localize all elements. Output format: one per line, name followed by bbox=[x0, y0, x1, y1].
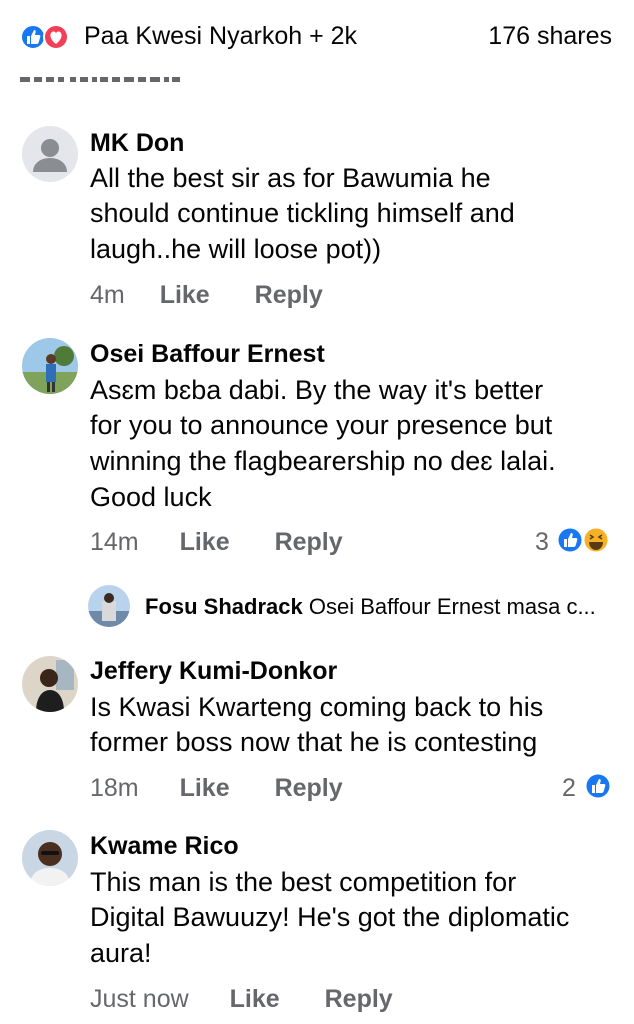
love-icon bbox=[43, 24, 69, 50]
reply-author: Fosu Shadrack bbox=[145, 594, 303, 619]
like-button[interactable]: Like bbox=[180, 528, 230, 556]
comment-reaction-icons[interactable] bbox=[584, 772, 612, 800]
comment-text-line: Is Kwasi Kwarteng coming back to his bbox=[90, 692, 544, 722]
reply-button[interactable]: Reply bbox=[255, 281, 323, 309]
reaction-count[interactable]: 2 bbox=[562, 773, 576, 803]
comment-text-line: should continue tickling himself and bbox=[90, 198, 515, 228]
reaction-icons[interactable] bbox=[20, 24, 78, 50]
comment-timestamp: 4m bbox=[90, 281, 125, 309]
like-button[interactable]: Like bbox=[180, 774, 230, 802]
comment-author[interactable]: Jeffery Kumi-Donkor bbox=[90, 656, 337, 686]
comment-author[interactable]: Kwame Rico bbox=[90, 831, 239, 861]
avatar-fosu-shadrack[interactable] bbox=[88, 585, 130, 627]
comment-timestamp: 18m bbox=[90, 774, 139, 802]
comment-text-line: for you to announce your presence but bbox=[90, 410, 553, 440]
comment-text-line: aura! bbox=[90, 938, 152, 968]
comment-timestamp: 14m bbox=[90, 528, 139, 556]
profile-photo bbox=[22, 830, 78, 886]
comment-meta: Just now Like Reply bbox=[90, 984, 393, 1014]
reaction-count[interactable]: 3 bbox=[535, 527, 549, 557]
profile-photo bbox=[22, 338, 78, 394]
comment-author[interactable]: Osei Baffour Ernest bbox=[90, 339, 325, 369]
reactors-link[interactable]: Paa Kwesi Nyarkoh + 2k bbox=[84, 20, 357, 52]
comment-meta: 18m Like Reply bbox=[90, 773, 343, 803]
like-icon bbox=[20, 24, 46, 50]
comment-text-line: winning the flagbearership no deɛ lalai. bbox=[90, 446, 556, 476]
comment-reaction-icons[interactable] bbox=[556, 526, 612, 554]
comment-timestamp: Just now bbox=[90, 985, 189, 1013]
reactions-summary-bar: Paa Kwesi Nyarkoh + 2k 176 shares bbox=[0, 0, 634, 70]
comment-text-line: This man is the best competition for bbox=[90, 867, 517, 897]
avatar-kwame-rico[interactable] bbox=[22, 830, 78, 886]
comment-meta: 4m Like Reply bbox=[90, 280, 323, 310]
comment-text-line: All the best sir as for Bawumia he bbox=[90, 163, 491, 193]
comment-text-line: laugh..he will loose pot)) bbox=[90, 234, 382, 264]
like-button[interactable]: Like bbox=[230, 985, 280, 1013]
default-profile-icon bbox=[22, 126, 78, 182]
comment-text-line: Digital Bawuuzy! He's got the diplomatic bbox=[90, 902, 570, 932]
clipped-text-fragment bbox=[20, 72, 185, 82]
profile-photo bbox=[22, 656, 78, 712]
comment-text-line: former boss now that he is contesting bbox=[90, 727, 538, 757]
comment-text-line: Asɛm bɛba dabi. By the way it's better bbox=[90, 375, 544, 405]
avatar-osei-baffour-ernest[interactable] bbox=[22, 338, 78, 394]
comment-author[interactable]: MK Don bbox=[90, 128, 184, 158]
reply-preview[interactable]: Fosu Shadrack Osei Baffour Ernest masa c… bbox=[145, 593, 596, 621]
profile-photo bbox=[88, 585, 130, 627]
reply-button[interactable]: Reply bbox=[275, 528, 343, 556]
like-icon bbox=[556, 526, 584, 554]
avatar-mk-don[interactable] bbox=[22, 126, 78, 182]
reply-snippet: Osei Baffour Ernest masa c... bbox=[308, 594, 596, 619]
reply-button[interactable]: Reply bbox=[325, 985, 393, 1013]
shares-link[interactable]: 176 shares bbox=[488, 20, 612, 52]
comment-meta: 14m Like Reply bbox=[90, 527, 343, 557]
like-icon bbox=[584, 772, 612, 800]
like-button[interactable]: Like bbox=[160, 281, 210, 309]
comment-text-line: Good luck bbox=[90, 482, 212, 512]
reply-button[interactable]: Reply bbox=[275, 774, 343, 802]
avatar-jeffery-kumi-donkor[interactable] bbox=[22, 656, 78, 712]
haha-icon bbox=[582, 526, 610, 554]
